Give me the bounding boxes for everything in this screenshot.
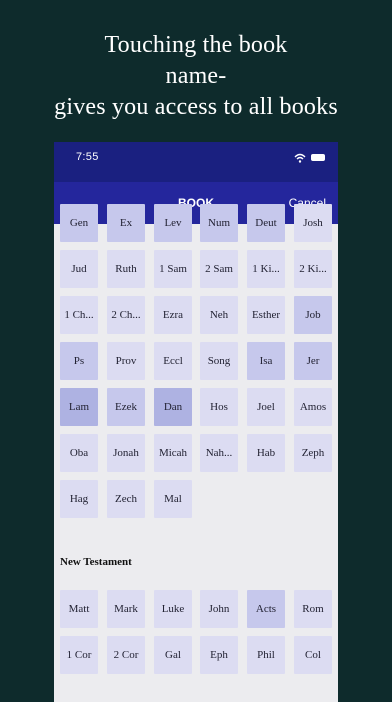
caption-line-2: name-	[165, 63, 227, 89]
new-testament-heading: New Testament	[60, 556, 132, 568]
book-button[interactable]: Josh	[294, 204, 332, 242]
book-button[interactable]: 1 Sam	[154, 250, 192, 288]
book-button[interactable]: Esther	[247, 296, 285, 334]
book-button[interactable]: Jud	[60, 250, 98, 288]
status-time: 7:55	[76, 151, 99, 163]
book-button[interactable]: Nah...	[200, 434, 238, 472]
status-bar: 7:55	[54, 142, 338, 182]
book-button[interactable]: Mal	[154, 480, 192, 518]
book-button[interactable]: Job	[294, 296, 332, 334]
book-button[interactable]: Prov	[107, 342, 145, 380]
book-button[interactable]: 2 Ki...	[294, 250, 332, 288]
caption-line-3: gives you access to all books	[54, 94, 338, 120]
book-button[interactable]: Luke	[154, 590, 192, 628]
book-button[interactable]: Micah	[154, 434, 192, 472]
promo-caption: Touching the book name- gives you access…	[0, 30, 392, 123]
book-button[interactable]: Ex	[107, 204, 145, 242]
book-button[interactable]: Jonah	[107, 434, 145, 472]
book-button[interactable]: Hab	[247, 434, 285, 472]
book-button[interactable]: 1 Ch...	[60, 296, 98, 334]
book-button[interactable]: Dan	[154, 388, 192, 426]
book-button[interactable]: 2 Cor	[107, 636, 145, 674]
book-button[interactable]: 2 Ch...	[107, 296, 145, 334]
wifi-icon	[294, 153, 306, 163]
book-button[interactable]: Matt	[60, 590, 98, 628]
book-button[interactable]: Acts	[247, 590, 285, 628]
book-button[interactable]: Oba	[60, 434, 98, 472]
battery-icon	[311, 154, 325, 161]
book-button[interactable]: Ezra	[154, 296, 192, 334]
book-button[interactable]: Hag	[60, 480, 98, 518]
book-button[interactable]: Col	[294, 636, 332, 674]
book-button[interactable]: Gen	[60, 204, 98, 242]
book-button[interactable]: Zech	[107, 480, 145, 518]
book-button[interactable]: Joel	[247, 388, 285, 426]
book-button[interactable]: Rom	[294, 590, 332, 628]
book-button[interactable]: Gal	[154, 636, 192, 674]
phone-screen: 7:55 BOOK Cancel Gen Ex Lev Num Deut Josh Jud R…	[54, 142, 338, 702]
book-button[interactable]: Song	[200, 342, 238, 380]
book-button[interactable]: 2 Sam	[200, 250, 238, 288]
book-button[interactable]: Amos	[294, 388, 332, 426]
book-button[interactable]: Isa	[247, 342, 285, 380]
book-button[interactable]: Lev	[154, 204, 192, 242]
book-button[interactable]: Jer	[294, 342, 332, 380]
book-button[interactable]: Lam	[60, 388, 98, 426]
book-button[interactable]: Eccl	[154, 342, 192, 380]
book-button[interactable]: Mark	[107, 590, 145, 628]
book-button[interactable]: Ezek	[107, 388, 145, 426]
book-button[interactable]: John	[200, 590, 238, 628]
caption-line-1: Touching the book	[104, 32, 288, 58]
book-button[interactable]: Zeph	[294, 434, 332, 472]
book-button[interactable]: Phil	[247, 636, 285, 674]
book-button[interactable]: Ruth	[107, 250, 145, 288]
book-button[interactable]: Ps	[60, 342, 98, 380]
book-picker: Gen Ex Lev Num Deut Josh Jud Ruth 1 Sam 2 Sam 1 Ki…	[54, 204, 338, 702]
book-button[interactable]: 1 Ki...	[247, 250, 285, 288]
book-button[interactable]: Num	[200, 204, 238, 242]
book-button[interactable]: Hos	[200, 388, 238, 426]
book-button[interactable]: Eph	[200, 636, 238, 674]
book-button[interactable]: Deut	[247, 204, 285, 242]
book-button[interactable]: Neh	[200, 296, 238, 334]
book-button[interactable]: 1 Cor	[60, 636, 98, 674]
